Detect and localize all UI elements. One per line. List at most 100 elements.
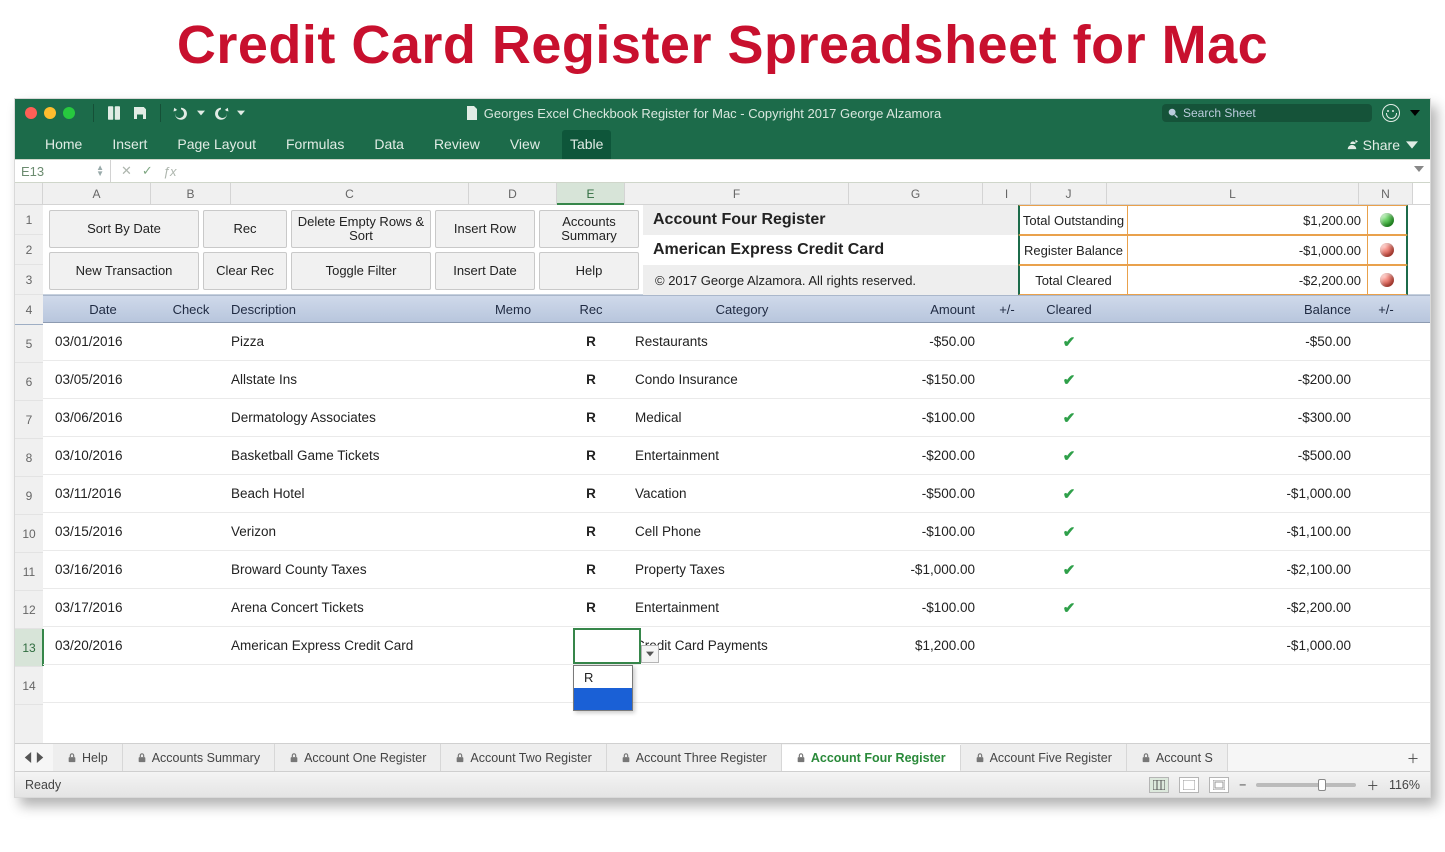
fx-icon[interactable]: ƒx — [163, 164, 177, 179]
action-clear-rec[interactable]: Clear Rec — [203, 252, 287, 290]
dropdown-option-r[interactable]: R — [574, 666, 632, 688]
cell[interactable]: -$1,100.00 — [1107, 524, 1359, 539]
cell[interactable]: Basketball Game Tickets — [231, 448, 469, 463]
cell[interactable]: Property Taxes — [625, 562, 849, 577]
row-header-11[interactable]: 11 — [15, 553, 43, 591]
cell[interactable]: ✔ — [1031, 485, 1107, 503]
action-insert-date[interactable]: Insert Date — [435, 252, 535, 290]
ribbon-tab-review[interactable]: Review — [426, 130, 488, 159]
ribbon-tab-table[interactable]: Table — [562, 130, 611, 159]
cell[interactable]: Condo Insurance — [625, 372, 849, 387]
cell[interactable]: ✔ — [1031, 371, 1107, 389]
row-header-5[interactable]: 5 — [15, 325, 43, 363]
ribbon-tab-data[interactable]: Data — [366, 130, 412, 159]
sheet-tab-help[interactable]: Help — [53, 744, 123, 771]
sheet-tab-account-one-register[interactable]: Account One Register — [275, 744, 441, 771]
dropdown-option-selected[interactable] — [574, 688, 632, 710]
cell[interactable]: R — [557, 372, 625, 387]
ribbon-tab-home[interactable]: Home — [37, 130, 90, 159]
cell[interactable]: R — [557, 486, 625, 501]
cell[interactable]: Cell Phone — [625, 524, 849, 539]
cell[interactable]: $1,200.00 — [849, 638, 983, 653]
qat-chevron-icon[interactable] — [237, 104, 245, 122]
col-header-E[interactable]: E — [557, 183, 625, 204]
cell[interactable]: -$2,100.00 — [1107, 562, 1359, 577]
cell[interactable]: Medical — [625, 410, 849, 425]
th-check[interactable]: Check — [151, 302, 231, 317]
th-category[interactable]: Category — [625, 302, 849, 317]
cell[interactable]: -$1,000.00 — [1107, 486, 1359, 501]
sheet-tab-account-three-register[interactable]: Account Three Register — [607, 744, 782, 771]
col-header-J[interactable]: J — [1031, 183, 1107, 204]
zoom-percent[interactable]: 116% — [1389, 778, 1420, 792]
sheet-tab-account-five-register[interactable]: Account Five Register — [961, 744, 1127, 771]
cell[interactable]: Allstate Ins — [231, 372, 469, 387]
cell[interactable]: 03/16/2016 — [43, 562, 151, 577]
row-header-9[interactable]: 9 — [15, 477, 43, 515]
row-header-12[interactable]: 12 — [15, 591, 43, 629]
cell[interactable]: Beach Hotel — [231, 486, 469, 501]
sheet-tab-accounts-summary[interactable]: Accounts Summary — [123, 744, 275, 771]
cell[interactable]: -$100.00 — [849, 410, 983, 425]
view-page-break-icon[interactable] — [1209, 777, 1229, 793]
cell[interactable]: ✔ — [1031, 561, 1107, 579]
cell[interactable]: ✔ — [1031, 409, 1107, 427]
cell[interactable]: 03/05/2016 — [43, 372, 151, 387]
cell[interactable]: -$1,000.00 — [1107, 638, 1359, 653]
action-accounts-summary[interactable]: Accounts Summary — [539, 210, 639, 248]
cell[interactable]: American Express Credit Card — [231, 638, 469, 653]
redo-icon[interactable] — [211, 104, 231, 122]
cell[interactable]: 03/01/2016 — [43, 334, 151, 349]
action-help[interactable]: Help — [539, 252, 639, 290]
table-row[interactable]: 03/05/2016Allstate InsRCondo Insurance-$… — [43, 361, 1430, 399]
row-header-8[interactable]: 8 — [15, 439, 43, 477]
col-header-A[interactable]: A — [43, 183, 151, 204]
zoom-slider[interactable] — [1256, 783, 1356, 787]
cell[interactable]: -$100.00 — [849, 600, 983, 615]
cell[interactable]: R — [557, 562, 625, 577]
cell[interactable]: 03/06/2016 — [43, 410, 151, 425]
close-icon[interactable] — [25, 107, 37, 119]
action-sort-by-date[interactable]: Sort By Date — [49, 210, 199, 248]
table-row[interactable]: 03/15/2016VerizonRCell Phone-$100.00✔-$1… — [43, 513, 1430, 551]
row-header-2[interactable]: 2 — [15, 235, 43, 265]
row-header-13[interactable]: 13 — [15, 629, 43, 667]
table-row-empty[interactable] — [43, 665, 1430, 703]
row-header-6[interactable]: 6 — [15, 363, 43, 401]
cell[interactable]: -$100.00 — [849, 524, 983, 539]
share-button[interactable]: Share — [1345, 137, 1400, 153]
save-icon[interactable] — [130, 104, 150, 122]
ribbon-tab-page-layout[interactable]: Page Layout — [169, 130, 264, 159]
th-description[interactable]: Description — [231, 302, 469, 317]
th-memo[interactable]: Memo — [469, 302, 557, 317]
cell[interactable]: -$50.00 — [849, 334, 983, 349]
search-sheet-input[interactable]: Search Sheet — [1162, 104, 1372, 122]
select-all-corner[interactable] — [15, 183, 43, 204]
cell[interactable]: Entertainment — [625, 600, 849, 615]
feedback-chevron-icon[interactable] — [1410, 108, 1420, 118]
cell[interactable]: ✔ — [1031, 523, 1107, 541]
table-row[interactable]: 03/11/2016Beach HotelRVacation-$500.00✔-… — [43, 475, 1430, 513]
cell[interactable]: 03/17/2016 — [43, 600, 151, 615]
col-header-C[interactable]: C — [231, 183, 469, 204]
col-header-B[interactable]: B — [151, 183, 231, 204]
sheet-nav-prev-icon[interactable] — [23, 752, 32, 763]
th-[interactable]: +/- — [983, 302, 1031, 317]
cell[interactable]: Entertainment — [625, 448, 849, 463]
th-rec[interactable]: Rec — [557, 302, 625, 317]
cell[interactable]: Vacation — [625, 486, 849, 501]
cell[interactable]: Verizon — [231, 524, 469, 539]
cell[interactable]: Restaurants — [625, 334, 849, 349]
sheet-tab-account-two-register[interactable]: Account Two Register — [441, 744, 606, 771]
view-page-layout-icon[interactable] — [1179, 777, 1199, 793]
th-date[interactable]: Date — [43, 302, 151, 317]
row-header-1[interactable]: 1 — [15, 205, 43, 235]
cell[interactable]: -$200.00 — [849, 448, 983, 463]
undo-chevron-icon[interactable] — [197, 104, 205, 122]
action-delete-empty-rows-sort[interactable]: Delete Empty Rows & Sort — [291, 210, 431, 248]
action-new-transaction[interactable]: New Transaction — [49, 252, 199, 290]
cell[interactable]: -$50.00 — [1107, 334, 1359, 349]
table-row[interactable]: 03/20/2016American Express Credit CardCr… — [43, 627, 1430, 665]
row-header-14[interactable]: 14 — [15, 667, 43, 705]
ribbon-collapse-icon[interactable] — [1406, 139, 1418, 151]
